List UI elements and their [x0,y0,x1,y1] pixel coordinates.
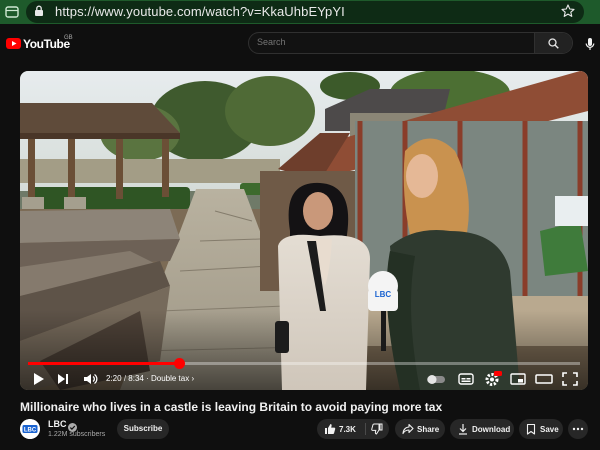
avatar-text: LBC [24,428,37,434]
fullscreen-button[interactable] [562,372,578,388]
subtitles-button[interactable] [458,372,474,388]
next-button[interactable] [56,371,70,387]
share-button[interactable]: Share [395,419,445,439]
miniplayer-button[interactable] [510,372,526,388]
site-info-icon[interactable] [32,4,46,18]
browser-toolbar: https://www.youtube.com/watch?v=KkaUhbEY… [0,0,600,24]
video-title: Millionaire who lives in a castle is lea… [20,400,443,414]
search-icon [548,38,559,49]
subtitles-icon [458,373,474,385]
download-button[interactable]: Download [450,419,514,439]
theater-mode-button[interactable] [535,372,553,388]
save-playlist-icon [526,423,536,435]
bookmark-star-icon[interactable] [560,3,576,19]
settings-button[interactable] [484,371,502,387]
video-frame: LBC [20,71,588,390]
video-player[interactable]: LBC 2:20 / 8:34 · Double tax › [20,71,588,390]
masthead: YouTube GB [0,24,600,62]
volume-button[interactable] [82,371,98,387]
url-text[interactable]: https://www.youtube.com/watch?v=KkaUhbEY… [55,4,345,19]
next-icon [58,374,68,384]
thumbs-down-icon [371,423,383,435]
progress-played [28,362,179,365]
more-actions-button[interactable] [568,419,588,439]
search-box [248,32,573,54]
mic-logo-text: LBC [375,290,392,299]
autoplay-toggle[interactable] [426,373,446,389]
autoplay-toggle-icon [427,375,445,384]
time-separator: / [123,374,127,383]
progress-bar[interactable] [28,358,580,369]
save-label: Save [540,425,559,434]
tab-icon[interactable] [4,4,20,20]
download-label: Download [472,425,511,434]
download-icon [459,424,467,435]
duration: 8:34 [128,374,144,383]
fullscreen-icon [562,372,578,386]
settings-icon [485,371,502,386]
save-button[interactable]: Save [519,419,563,439]
like-button[interactable]: 7.3K [317,419,365,439]
play-button[interactable] [32,371,46,387]
logo-text: YouTube [23,37,70,51]
dislike-button[interactable] [366,419,389,439]
youtube-play-logo-icon [6,38,21,49]
channel-name[interactable]: LBC [48,419,67,429]
channel-avatar[interactable]: LBC [20,419,40,439]
search-input[interactable] [257,37,527,47]
like-dislike-group: 7.3K [317,419,389,439]
lbc-logo-icon: LBC [20,419,40,439]
like-count: 7.3K [339,425,356,434]
theater-icon [535,374,553,384]
microphone-icon[interactable] [584,37,596,51]
scrubber-handle[interactable] [174,358,185,369]
more-horizontal-icon [572,427,584,431]
chapter-title[interactable]: · Double tax [146,374,189,383]
verified-badge-icon [68,419,77,432]
youtube-logo[interactable]: YouTube GB [6,35,73,53]
subscriber-count: 1.22M subscribers [48,431,106,438]
current-time: 2:20 [106,374,122,383]
time-display: 2:20 / 8:34 · Double tax › [106,374,194,383]
region-code: GB [64,35,73,41]
search-button[interactable] [534,33,572,53]
subscribe-button[interactable]: Subscribe [117,419,169,439]
miniplayer-icon [510,373,526,385]
volume-icon [84,373,98,385]
play-icon [34,373,44,385]
share-label: Share [417,425,440,434]
chapter-chevron-icon[interactable]: › [191,374,194,383]
share-icon [402,423,414,435]
thumbs-up-icon [325,424,336,434]
